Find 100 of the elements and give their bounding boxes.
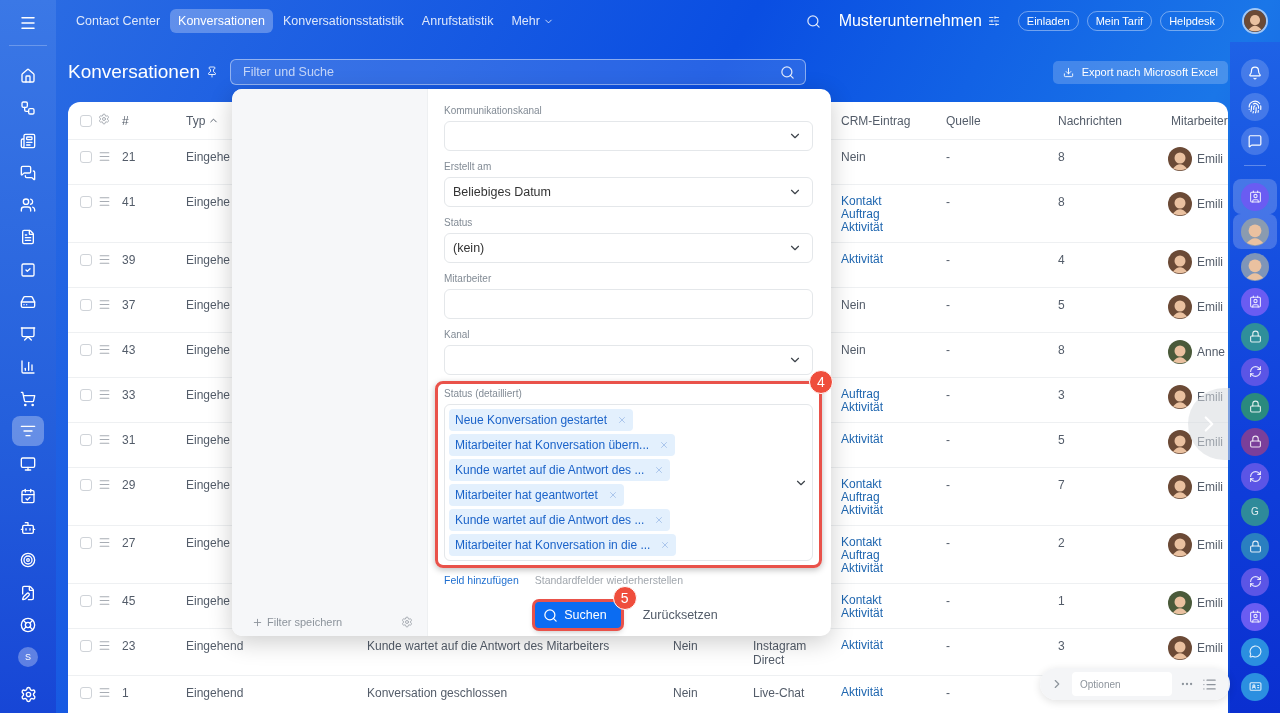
search-icon[interactable] [780, 64, 795, 80]
menu-icon[interactable] [98, 150, 111, 163]
checkbox[interactable] [80, 389, 92, 401]
column-header[interactable]: Quelle [946, 113, 981, 128]
checkbox[interactable] [80, 687, 92, 699]
menu-icon[interactable] [98, 195, 111, 208]
crm-link[interactable]: Auftrag [841, 208, 880, 221]
sliders-icon[interactable] [987, 15, 1000, 27]
crm-link[interactable]: Aktivität [841, 562, 883, 575]
user-badge[interactable]: S [18, 647, 38, 668]
menu-icon[interactable] [98, 343, 111, 356]
checkbox[interactable] [80, 344, 92, 356]
crm-link[interactable]: Aktivität [841, 401, 883, 414]
checkbox[interactable] [80, 151, 92, 163]
employee-name[interactable]: Emili [1197, 480, 1223, 494]
menu-icon[interactable] [98, 686, 111, 699]
column-header[interactable]: # [122, 113, 129, 128]
crm-link[interactable]: Aktivität [841, 433, 883, 446]
pin-icon[interactable] [206, 66, 219, 78]
crm-link[interactable]: Kontakt [841, 478, 882, 491]
checkbox[interactable] [80, 434, 92, 446]
checkbox[interactable] [80, 115, 92, 127]
menu-icon[interactable] [98, 298, 111, 311]
chat-button[interactable] [1233, 179, 1277, 214]
column-header[interactable]: CRM-Eintrag [841, 113, 911, 128]
company-name[interactable]: Musterunternehmen [838, 12, 982, 30]
search-button[interactable]: Suchen [535, 602, 621, 628]
nav-tab[interactable]: Konversationsstatistik [274, 9, 412, 33]
checkbox[interactable] [80, 196, 92, 208]
menu-icon[interactable] [98, 253, 111, 266]
nav-tab[interactable]: Anrufstatistik [413, 9, 502, 33]
employee-name[interactable]: Emili [1197, 300, 1223, 314]
crm-link[interactable]: Aktivität [841, 607, 883, 620]
menu-icon [19, 14, 37, 32]
menu-icon[interactable] [98, 536, 111, 549]
reset-button[interactable]: Zurücksetzen [638, 604, 722, 626]
menu-icon[interactable] [98, 433, 111, 446]
search-icon[interactable] [805, 13, 821, 29]
fingerprint-button[interactable] [1241, 93, 1269, 121]
crm-link[interactable]: Aktivität [841, 504, 883, 517]
crm-link[interactable]: Aktivität [841, 253, 883, 266]
nav-tab[interactable]: Konversationen [170, 9, 273, 33]
crm-link[interactable]: Kontakt [841, 195, 882, 208]
options-field[interactable]: Optionen [1072, 672, 1172, 696]
input-field[interactable] [444, 289, 813, 319]
crm-link[interactable]: Aktivität [841, 639, 883, 652]
column-header[interactable]: Typ [186, 113, 220, 128]
table-cell: 33 [122, 388, 136, 402]
profile-avatar[interactable] [1242, 8, 1268, 34]
select-field[interactable] [444, 121, 813, 151]
crm-link[interactable]: Auftrag [841, 491, 880, 504]
employee-name[interactable]: Emili [1197, 596, 1223, 610]
menu-icon[interactable] [98, 478, 111, 491]
search-field[interactable]: Filter und Suche [230, 59, 806, 85]
bell-button[interactable] [1241, 59, 1269, 87]
employee-name[interactable]: Emili [1197, 538, 1223, 552]
crm-link[interactable]: Kontakt [841, 536, 882, 549]
list-icon[interactable] [1202, 676, 1217, 692]
menu-icon[interactable] [98, 594, 111, 607]
contact-symbol-icon [1248, 190, 1262, 203]
crm-link[interactable]: Aktivität [841, 221, 883, 234]
chat-button[interactable] [1233, 214, 1277, 249]
checkbox[interactable] [80, 299, 92, 311]
chart-icon [20, 358, 36, 375]
crm-link[interactable]: Kontakt [841, 594, 882, 607]
crm-link[interactable]: Aktivität [841, 686, 883, 699]
select-field[interactable] [444, 345, 813, 375]
avatar [1168, 591, 1192, 615]
menu-icon[interactable] [98, 388, 111, 401]
checkbox[interactable] [80, 254, 92, 266]
employee-name[interactable]: Emili [1197, 255, 1223, 269]
checkbox[interactable] [80, 479, 92, 491]
checkbox[interactable] [80, 537, 92, 549]
filter-button[interactable] [12, 416, 44, 447]
select-field[interactable]: Beliebiges Datum [444, 177, 813, 207]
employee-name[interactable]: Anne [1197, 345, 1226, 359]
nav-tab[interactable]: Contact Center [68, 9, 169, 33]
column-header[interactable]: Nachrichten [1058, 113, 1123, 128]
add-field-link[interactable]: Feld hinzufügen [444, 574, 519, 586]
column-header[interactable]: Mitarbeiter [1171, 113, 1228, 128]
table-cell: - [946, 433, 950, 447]
avatar [1168, 295, 1192, 319]
message-button[interactable] [1241, 127, 1269, 155]
export-button[interactable]: Export nach Microsoft Excel [1052, 60, 1228, 84]
employee-name[interactable]: Emili [1197, 197, 1223, 211]
bell-icon [1248, 66, 1262, 80]
nav-tab[interactable]: Mehr [503, 9, 562, 33]
select-field[interactable]: (kein) [444, 233, 813, 263]
card-symbol-icon [1248, 680, 1262, 693]
employee-name[interactable]: Emili [1197, 641, 1223, 655]
crm-link[interactable]: Auftrag [841, 388, 880, 401]
crm-link[interactable]: Auftrag [841, 549, 880, 562]
settings-icon[interactable] [98, 113, 110, 125]
menu-icon[interactable] [98, 639, 111, 652]
avatar [1168, 636, 1192, 660]
checkbox[interactable] [80, 595, 92, 607]
employee-name[interactable]: Emili [1197, 152, 1223, 166]
chat-button[interactable]: G [1233, 494, 1277, 529]
checkbox[interactable] [80, 640, 92, 652]
tag-label: Kunde wartet auf die Antwort des ... [455, 513, 645, 527]
